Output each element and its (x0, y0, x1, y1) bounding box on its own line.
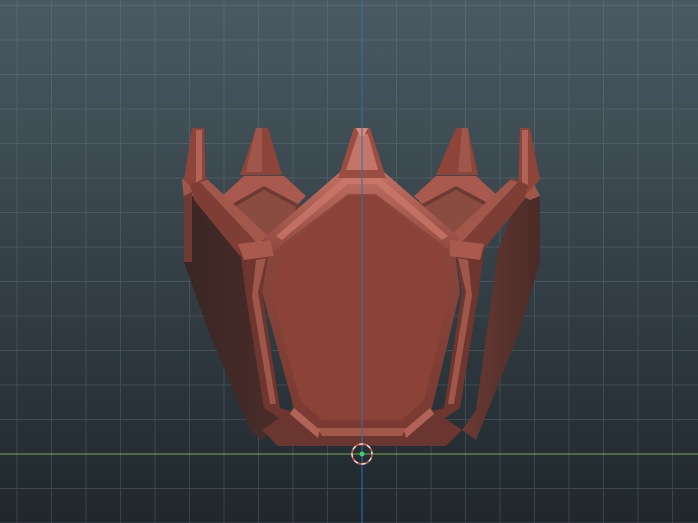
side-bevel-left (184, 192, 192, 262)
spike-right-outer-hl (522, 130, 528, 186)
spike-left-outer-hl (196, 130, 202, 186)
3d-viewport[interactable] (0, 0, 698, 523)
viewport-canvas[interactable] (0, 0, 698, 523)
pivot-center (359, 451, 365, 457)
